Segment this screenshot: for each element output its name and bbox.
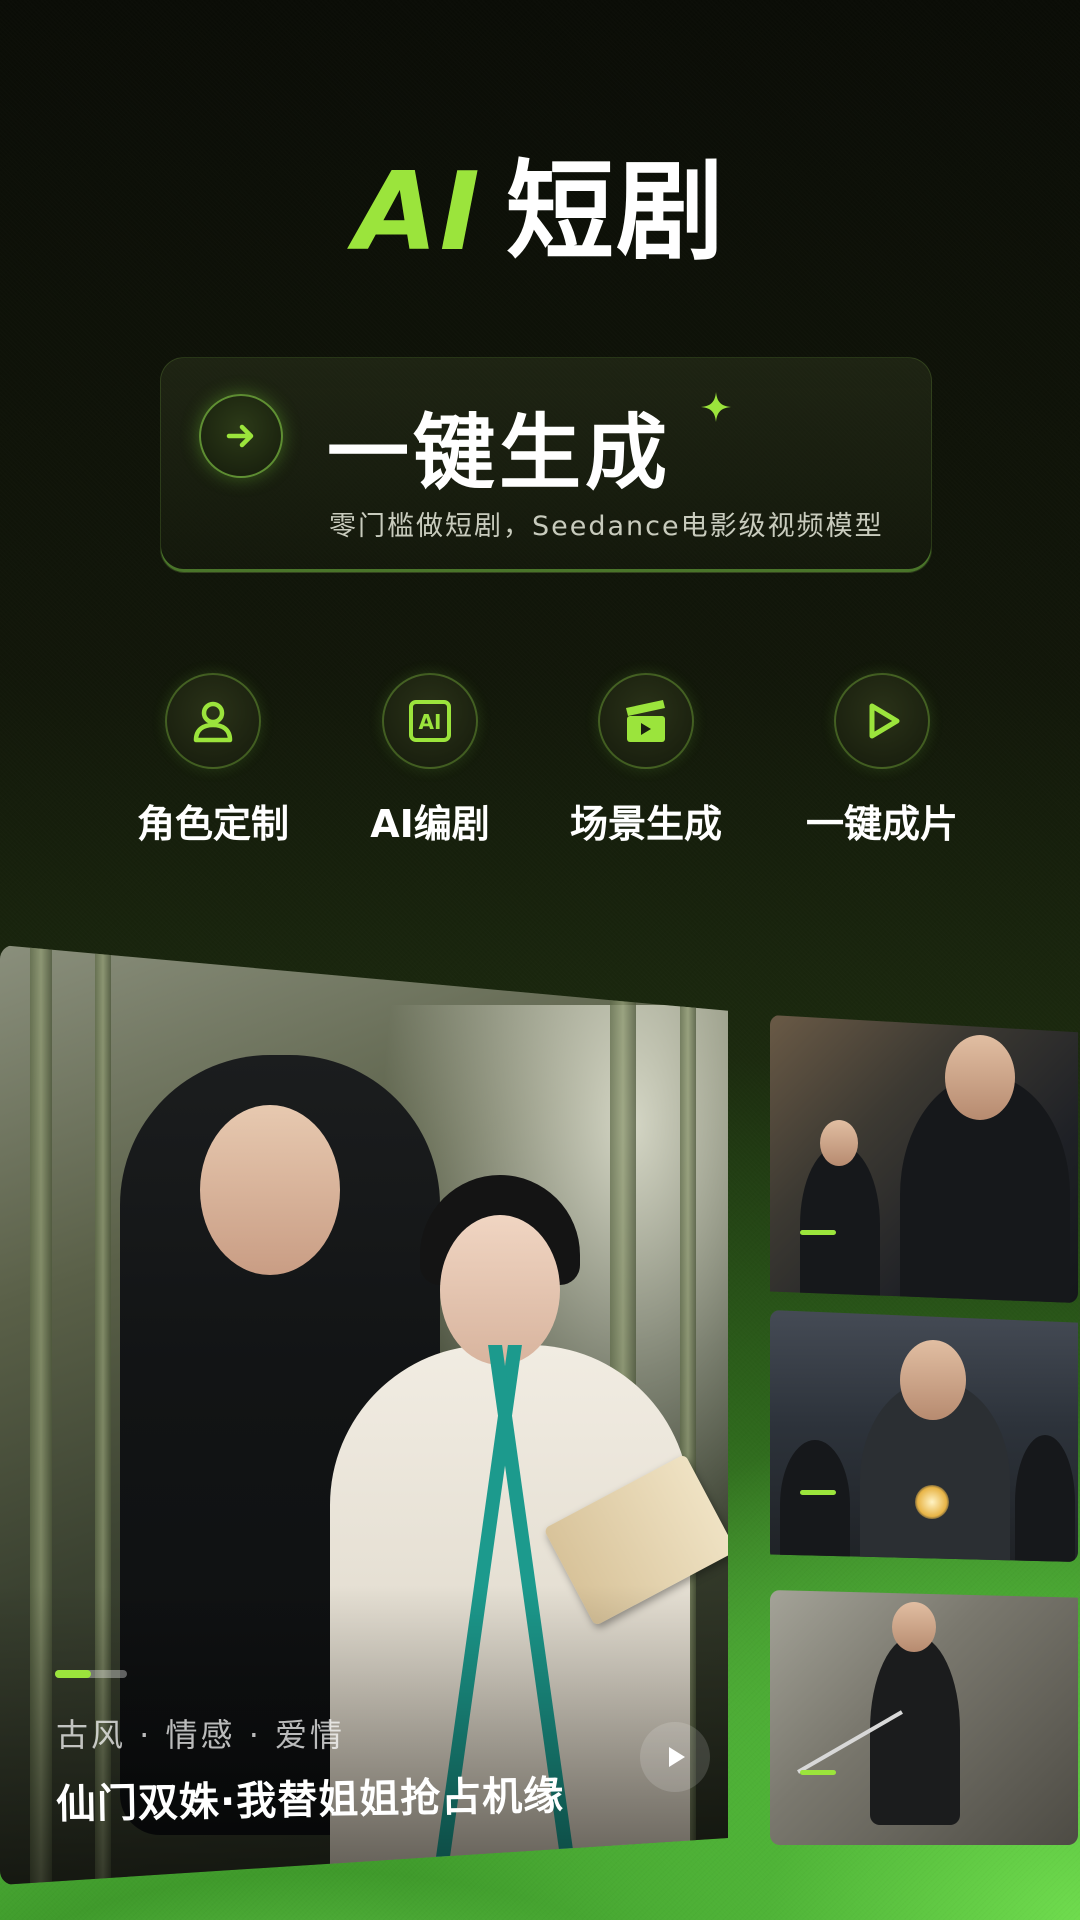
drama-thumbnail-ruins[interactable]: [770, 1590, 1078, 1845]
card-progress-indicator: [55, 1670, 127, 1678]
clapperboard-icon: [598, 673, 694, 769]
feature-character-customize[interactable]: 角色定制: [113, 673, 313, 848]
svg-text:AI: AI: [419, 710, 442, 734]
feature-label: 场景生成: [569, 802, 722, 846]
title-ai: AI: [354, 150, 482, 275]
thumbnail-figure-head: [900, 1340, 966, 1420]
play-icon: [834, 673, 930, 769]
thumbnail-figure: [800, 1145, 880, 1303]
page-title: AI 短剧: [0, 125, 1080, 281]
feature-ai-script[interactable]: AI AI编剧: [330, 673, 530, 848]
female-character-head: [440, 1215, 560, 1365]
feature-list: 角色定制 AI AI编剧 场景生成 一键成片: [110, 673, 990, 853]
feature-scene-generate[interactable]: 场景生成: [546, 673, 746, 848]
card-progress-fill: [55, 1670, 91, 1678]
play-icon: [669, 1747, 685, 1767]
thumbnail-progress: [800, 1770, 836, 1775]
thumbnail-figure: [870, 1635, 960, 1825]
sparkle-icon: [701, 392, 731, 422]
user-icon: [165, 673, 261, 769]
drama-thumbnail-palace[interactable]: [770, 1310, 1078, 1562]
feature-label: 角色定制: [136, 802, 289, 846]
thumbnail-figure: [780, 1440, 850, 1562]
panel-title: 一键生成: [327, 406, 672, 501]
feature-label: AI编剧: [370, 802, 490, 846]
ai-script-icon: AI: [382, 673, 478, 769]
drama-thumbnail-military[interactable]: [770, 1015, 1078, 1303]
thumbnail-progress: [800, 1230, 836, 1235]
glowing-orb: [915, 1485, 949, 1519]
card-tags: 古风 · 情感 · 爱情: [56, 1716, 346, 1754]
thumbnail-figure: [1015, 1435, 1075, 1562]
male-character-head: [200, 1105, 340, 1275]
card-title: 仙门双姝·我替姐姐抢占机缘: [55, 1773, 565, 1828]
panel-subtitle: 零门槛做短剧，Seedance电影级视频模型: [329, 511, 884, 542]
thumbnail-progress: [800, 1490, 836, 1495]
one-click-generate-panel[interactable]: 一键生成 零门槛做短剧，Seedance电影级视频模型: [160, 357, 932, 573]
arrow-right-icon[interactable]: [199, 394, 283, 478]
feature-one-click-film[interactable]: 一键成片: [782, 673, 982, 848]
play-button[interactable]: [640, 1722, 710, 1792]
title-short-drama: 短剧: [505, 150, 726, 275]
thumbnail-figure-head: [892, 1602, 936, 1652]
thumbnail-figure-head: [945, 1035, 1015, 1120]
feature-label: 一键成片: [805, 802, 958, 846]
thumbnail-figure-head: [820, 1120, 858, 1166]
